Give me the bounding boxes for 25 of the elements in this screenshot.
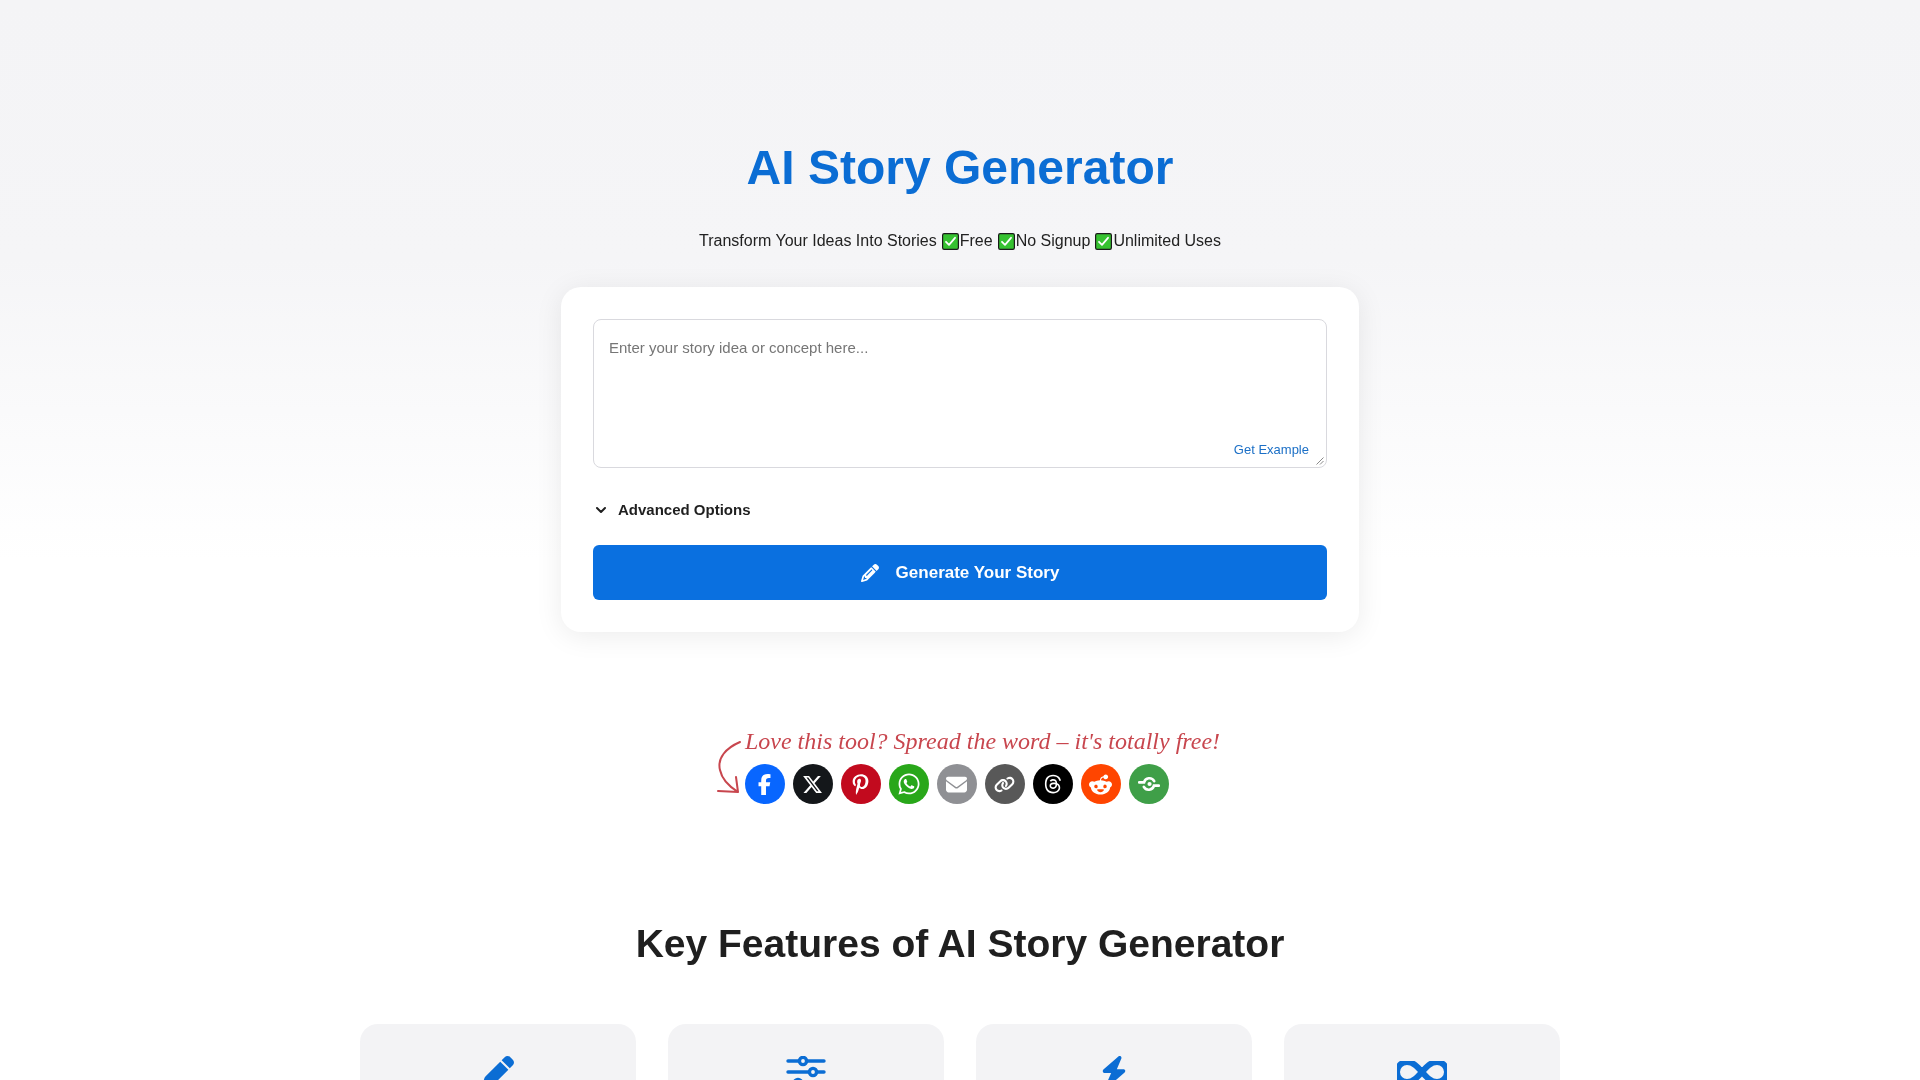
- share-button[interactable]: [792, 764, 833, 804]
- alien-head-icon: [1089, 772, 1113, 796]
- perk-label: Free: [959, 231, 993, 251]
- phone-bubble-icon: [896, 772, 921, 796]
- get-example-link[interactable]: Get Example: [1233, 441, 1309, 459]
- page-title: AI Story Generator: [746, 140, 1174, 196]
- curved-arrow-icon: [715, 740, 742, 794]
- resize-grip-icon: [1316, 457, 1324, 465]
- section-heading: Key Features of AI Story Generator: [635, 921, 1285, 967]
- check-mark-icon: [1095, 232, 1113, 250]
- share-button[interactable]: [840, 764, 881, 804]
- advanced-options-toggle[interactable]: Advanced Options: [593, 498, 751, 522]
- check-mark-icon: [941, 232, 959, 250]
- tagline: Transform Your Ideas Into Stories: [699, 231, 937, 251]
- share-prompt: Love this tool? Spread the word – it's totally free!: [744, 727, 1221, 756]
- pencil-icon: [860, 563, 879, 582]
- letter-x-icon: [802, 773, 824, 795]
- check-mark-icon: [997, 232, 1015, 250]
- share-button[interactable]: [1032, 764, 1073, 804]
- perk-label: No Signup: [1015, 231, 1091, 251]
- at-sign-icon: [1042, 774, 1063, 794]
- share-icon: [1137, 776, 1160, 792]
- perk-label: Unlimited Uses: [1113, 231, 1221, 251]
- share-button[interactable]: [984, 764, 1025, 804]
- generate-story-button[interactable]: Generate Your Story: [593, 545, 1327, 600]
